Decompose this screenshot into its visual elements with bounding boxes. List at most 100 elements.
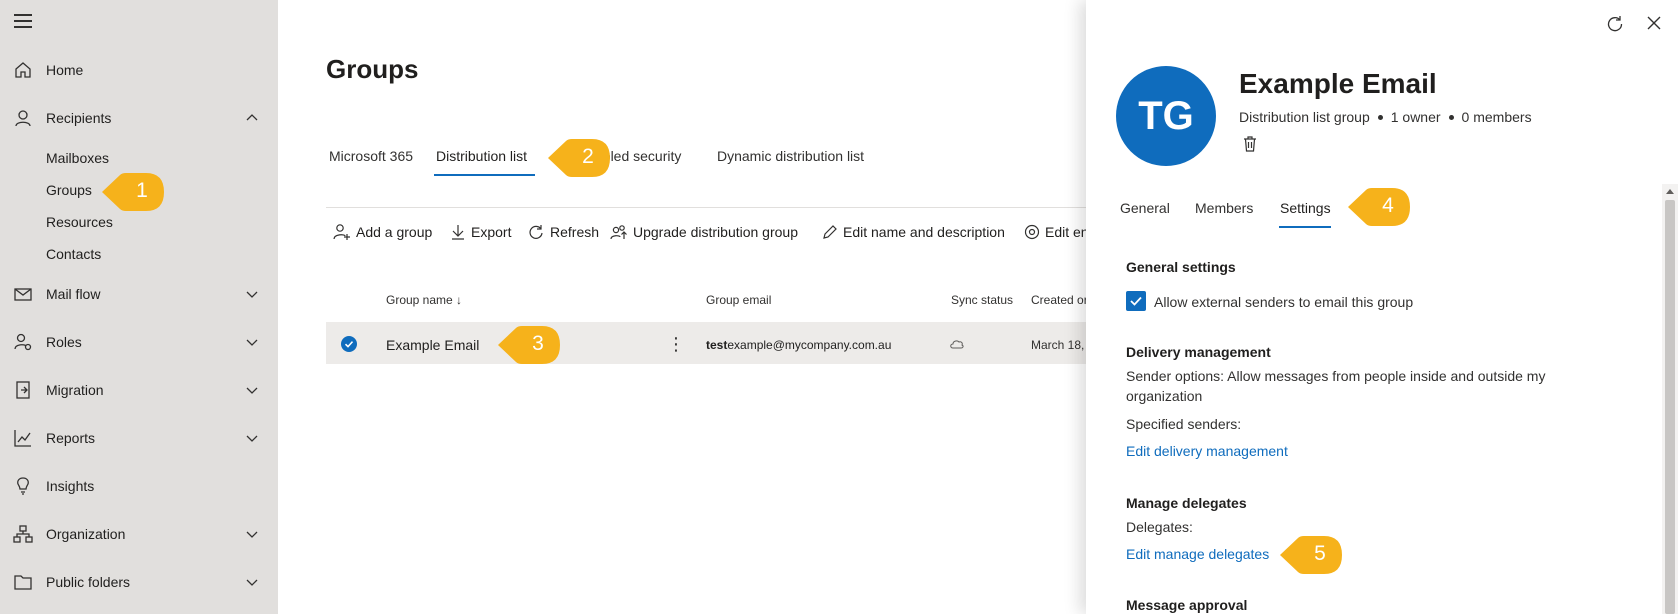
chevron-down-icon[interactable]	[245, 287, 259, 301]
edit-name-label: Edit name and description	[843, 224, 1005, 240]
sender-options-line1: Sender options: Allow messages from peop…	[1126, 368, 1546, 384]
section-heading-manage-delegates: Manage delegates	[1126, 495, 1247, 511]
callout-marker-3: 3	[496, 323, 564, 367]
group-upgrade-icon	[610, 225, 627, 240]
tab-dynamic-distribution-list[interactable]: Dynamic distribution list	[717, 148, 864, 164]
callout-number: 1	[136, 179, 148, 202]
chevron-down-icon[interactable]	[245, 431, 259, 445]
nav-label: Organization	[46, 526, 126, 542]
tab-distribution-list[interactable]: Distribution list	[436, 148, 527, 164]
member-count: 0 members	[1461, 109, 1532, 125]
home-icon	[15, 62, 31, 78]
nav-organization[interactable]: Organization	[0, 514, 278, 554]
column-header-group-email[interactable]: Group email	[706, 293, 771, 307]
edit-delivery-management-link[interactable]: Edit delivery management	[1126, 443, 1288, 459]
callout-marker-2: 2	[546, 136, 614, 180]
scroll-up-icon[interactable]	[1666, 188, 1674, 194]
page-title: Groups	[326, 54, 419, 84]
section-heading-message-approval: Message approval	[1126, 597, 1248, 613]
edit-email-button[interactable]: Edit en	[1024, 222, 1089, 242]
person-icon	[15, 110, 31, 127]
column-header-created-on[interactable]: Created or	[1031, 293, 1088, 307]
row-group-email: testexample@mycompany.com.au	[706, 338, 891, 352]
chevron-down-icon[interactable]	[245, 383, 259, 397]
panel-title: Example Email	[1239, 68, 1437, 99]
details-panel: TG Example Email Distribution list group…	[1086, 0, 1678, 614]
row-group-name[interactable]: Example Email	[386, 337, 479, 353]
tab-general[interactable]: General	[1120, 200, 1170, 216]
upgrade-distribution-group-button[interactable]: Upgrade distribution group	[610, 222, 798, 242]
export-label: Export	[471, 224, 512, 240]
tab-microsoft-365[interactable]: Microsoft 365	[329, 148, 413, 164]
nav-label: Recipients	[46, 110, 112, 126]
refresh-icon[interactable]	[1606, 14, 1624, 32]
email-prefix: test	[706, 338, 728, 352]
nav-home[interactable]: Home	[0, 50, 278, 90]
callout-number: 5	[1314, 542, 1326, 565]
nav-label: Roles	[46, 334, 82, 350]
row-created-date: March 18,	[1031, 338, 1085, 352]
avatar: TG	[1116, 66, 1216, 166]
callout-number: 2	[582, 145, 594, 168]
edit-name-description-button[interactable]: Edit name and description	[822, 222, 1005, 242]
allow-external-senders-checkbox[interactable]	[1126, 291, 1146, 311]
delegates-label: Delegates:	[1126, 519, 1193, 535]
upgrade-label: Upgrade distribution group	[633, 224, 798, 240]
sub-item-mailboxes[interactable]: Mailboxes	[46, 150, 109, 166]
callout-number: 3	[532, 332, 544, 355]
more-options-icon[interactable]: ⋮	[667, 334, 685, 355]
active-tab-indicator	[434, 174, 535, 176]
chevron-up-icon[interactable]	[245, 111, 259, 125]
row-checked-icon[interactable]	[341, 336, 357, 352]
tab-settings[interactable]: Settings	[1280, 200, 1331, 216]
scrollbar-thumb[interactable]	[1665, 200, 1675, 614]
download-icon	[452, 225, 464, 240]
chevron-down-icon[interactable]	[245, 527, 259, 541]
owner-count: 1 owner	[1390, 109, 1441, 125]
sort-down-icon: ↓	[456, 293, 463, 307]
sub-item-contacts[interactable]: Contacts	[46, 246, 101, 262]
nav-reports[interactable]: Reports	[0, 418, 278, 458]
mail-icon	[14, 288, 32, 301]
divider	[326, 207, 1086, 208]
chevron-down-icon[interactable]	[245, 575, 259, 589]
separator-dot	[1448, 114, 1454, 120]
group-type: Distribution list group	[1239, 109, 1370, 125]
export-button[interactable]: Export	[450, 222, 511, 242]
edit-manage-delegates-link[interactable]: Edit manage delegates	[1126, 546, 1269, 562]
active-tab-indicator	[1279, 226, 1331, 228]
close-icon[interactable]	[1647, 16, 1661, 30]
column-header-group-name[interactable]: Group name ↓	[386, 293, 462, 307]
hamburger-icon[interactable]	[14, 14, 32, 28]
sidebar: Home Recipients Mailboxes Groups Resourc…	[0, 0, 278, 614]
sub-item-resources[interactable]: Resources	[46, 214, 113, 230]
cloud-icon	[950, 340, 964, 349]
email-rest: example@mycompany.com.au	[727, 338, 892, 352]
chevron-down-icon[interactable]	[245, 335, 259, 349]
column-header-sync-status[interactable]: Sync status	[951, 293, 1013, 307]
folder-icon	[14, 575, 32, 590]
nav-migration[interactable]: Migration	[0, 370, 278, 410]
nav-mail-flow[interactable]: Mail flow	[0, 274, 278, 314]
callout-marker-1: 1	[100, 170, 168, 214]
refresh-button[interactable]: Refresh	[527, 222, 599, 242]
nav-recipients[interactable]: Recipients	[0, 98, 278, 138]
section-heading-delivery-management: Delivery management	[1126, 344, 1271, 360]
tab-members[interactable]: Members	[1195, 200, 1253, 216]
checkbox-label: Allow external senders to email this gro…	[1154, 294, 1414, 310]
trash-icon[interactable]	[1243, 136, 1257, 152]
at-sign-icon	[1024, 224, 1040, 240]
sub-item-groups[interactable]: Groups	[46, 182, 92, 198]
nav-insights[interactable]: Insights	[0, 466, 278, 506]
nav-label: Public folders	[46, 574, 131, 590]
pencil-icon	[823, 225, 837, 239]
specified-senders-label: Specified senders:	[1126, 416, 1242, 432]
add-group-button[interactable]: Add a group	[333, 222, 432, 242]
callout-marker-4: 4	[1346, 185, 1414, 229]
nav-public-folders[interactable]: Public folders	[0, 562, 278, 602]
nav-roles[interactable]: Roles	[0, 322, 278, 362]
nav-label: Reports	[46, 430, 96, 446]
section-heading-general-settings: General settings	[1126, 259, 1236, 275]
migration-icon	[16, 381, 30, 399]
roles-icon	[14, 333, 32, 351]
